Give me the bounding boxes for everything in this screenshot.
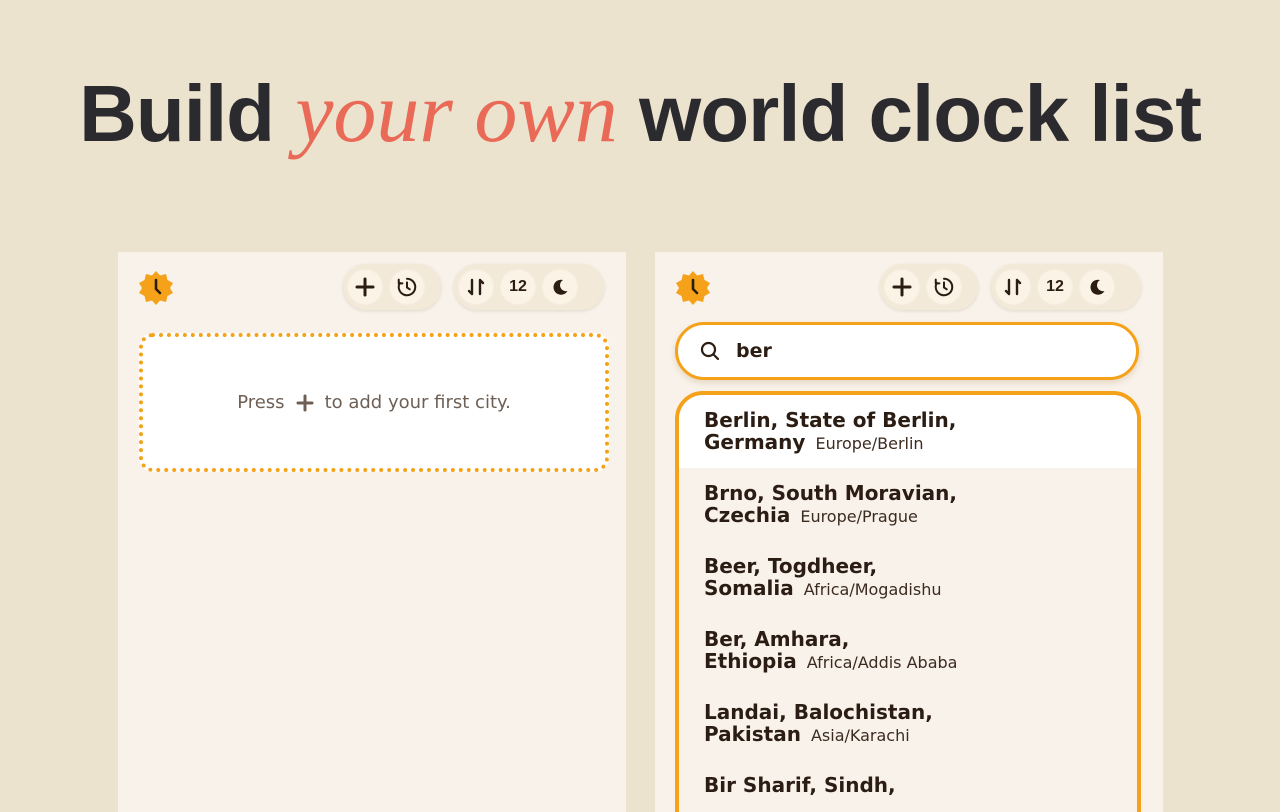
- result-place: Beer, Togdheer,: [704, 554, 878, 578]
- result-country: Germany: [704, 430, 806, 454]
- result-item[interactable]: Bir Sharif, Sindh,: [679, 760, 1137, 812]
- moon-icon: [1090, 279, 1105, 295]
- theme-toggle-button[interactable]: [1079, 269, 1115, 305]
- clock-badge-icon: [675, 270, 711, 306]
- right-panel: 12 Berlin, State of Berlin, Germany Europ…: [655, 252, 1163, 812]
- left-panel: 12 Press to add your first city.: [118, 252, 626, 812]
- empty-state: Press to add your first city.: [139, 333, 609, 472]
- sort-arrows-icon: [467, 278, 485, 296]
- result-place: Landai, Balochistan,: [704, 700, 933, 724]
- sort-button[interactable]: [458, 269, 494, 305]
- theme-toggle-button[interactable]: [542, 269, 578, 305]
- result-timezone: Europe/Berlin: [815, 434, 924, 453]
- action-group: [880, 264, 978, 310]
- result-place: Ber, Amhara,: [704, 627, 850, 651]
- headline-before: Build: [79, 69, 296, 158]
- search-results[interactable]: Berlin, State of Berlin, Germany Europe/B…: [675, 391, 1141, 812]
- clock-refresh-icon: [397, 277, 417, 297]
- result-timezone: Asia/Karachi: [810, 726, 910, 745]
- clock-badge-icon: [138, 270, 174, 306]
- action-group: [343, 264, 441, 310]
- timer-button[interactable]: [389, 269, 425, 305]
- settings-group: 12: [454, 264, 604, 310]
- plus-icon: [295, 393, 315, 413]
- time-format-button[interactable]: 12: [500, 269, 536, 305]
- clock-refresh-icon: [934, 277, 954, 297]
- search-icon: [700, 341, 720, 361]
- result-timezone: Africa/Addis Ababa: [806, 653, 958, 672]
- result-item[interactable]: Landai, Balochistan, Pakistan Asia/Karach…: [679, 687, 1137, 760]
- result-country: Pakistan: [704, 722, 801, 746]
- timer-button[interactable]: [926, 269, 962, 305]
- result-place: Bir Sharif, Sindh,: [704, 773, 896, 797]
- time-format-button[interactable]: 12: [1037, 269, 1073, 305]
- result-country: Czechia: [704, 503, 791, 527]
- plus-icon: [355, 277, 375, 297]
- result-item[interactable]: Beer, Togdheer, Somalia Africa/Mogadishu: [679, 541, 1137, 614]
- sort-button[interactable]: [995, 269, 1031, 305]
- plus-icon: [892, 277, 912, 297]
- result-timezone: Europe/Prague: [800, 507, 918, 526]
- moon-icon: [553, 279, 568, 295]
- result-item[interactable]: Brno, South Moravian, Czechia Europe/Prag…: [679, 468, 1137, 541]
- result-item[interactable]: Ber, Amhara, Ethiopia Africa/Addis Ababa: [679, 614, 1137, 687]
- result-country: Somalia: [704, 576, 794, 600]
- add-city-button[interactable]: [347, 269, 383, 305]
- city-search[interactable]: [675, 322, 1139, 380]
- result-country: Ethiopia: [704, 649, 797, 673]
- headline-accent: your own: [295, 64, 618, 160]
- result-timezone: Africa/Mogadishu: [803, 580, 942, 599]
- headline-after: world clock list: [617, 69, 1202, 158]
- empty-state-after: to add your first city.: [324, 392, 511, 413]
- sort-arrows-icon: [1004, 278, 1022, 296]
- search-input[interactable]: [734, 339, 1118, 363]
- empty-state-before: Press: [237, 392, 285, 413]
- add-city-button[interactable]: [884, 269, 920, 305]
- result-place: Berlin, State of Berlin,: [704, 408, 957, 432]
- result-place: Brno, South Moravian,: [704, 481, 958, 505]
- result-item[interactable]: Berlin, State of Berlin, Germany Europe/B…: [679, 395, 1137, 468]
- headline: Build your own world clock list: [0, 62, 1280, 162]
- settings-group: 12: [991, 264, 1141, 310]
